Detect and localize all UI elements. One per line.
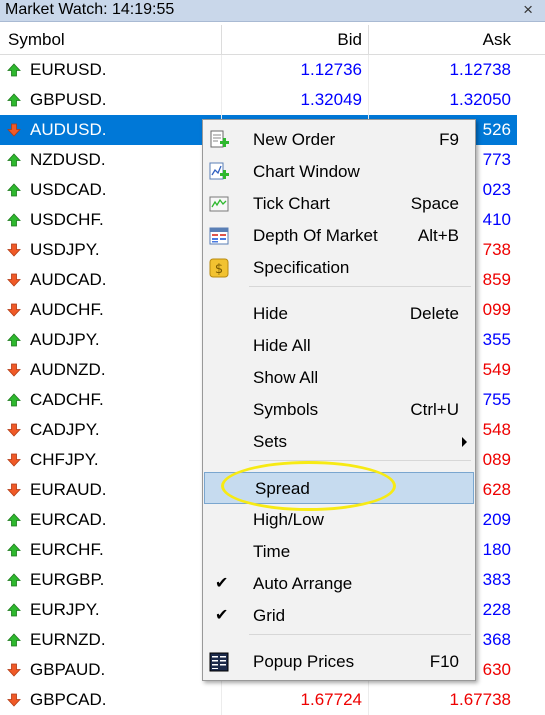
menu-item-depth-of-market[interactable]: Depth Of Market Alt+B [203,220,475,252]
menu-item-time[interactable]: Time [203,536,475,568]
symbol-cell: AUDCHF. [0,295,222,325]
checkmark-icon: ✔ [215,575,229,592]
menu-item-grid[interactable]: ✔ Grid [203,600,475,632]
menu-item-label: Depth Of Market [253,226,378,245]
bid-cell: 1.12736 [222,55,369,85]
menu-item-label: New Order [253,130,336,149]
menu-item-label: Grid [253,606,286,625]
symbol-cell: EURJPY. [0,595,222,625]
popup-prices-icon [208,651,230,673]
menu-item-auto-arrange[interactable]: ✔ Auto Arrange [203,568,475,600]
menu-item-label: Tick Chart [253,194,330,213]
tick-chart-icon [208,193,230,215]
svg-text:$: $ [215,262,223,277]
table-row[interactable]: GBPUSD. 1.32049 1.32050 [0,85,545,115]
menu-item-hide[interactable]: Hide Delete [203,298,475,330]
annotation-ellipse [221,461,396,511]
ask-cell: 1.32050 [449,90,511,109]
menu-item-chart-window[interactable]: Chart Window [203,156,475,188]
symbol-cell: USDCAD. [0,175,222,205]
menu-item-tick-chart[interactable]: Tick Chart Space [203,188,475,220]
menu-item-label: Hide All [253,336,311,355]
title-bar: Market Watch: 14:19:55 × [0,0,545,22]
menu-item-shortcut: Ctrl+U [410,400,459,419]
scrollbar[interactable] [517,55,545,708]
ask-cell: 1.67738 [449,690,511,709]
context-menu: New Order F9 Chart Window Tick Chart Space De… [202,119,476,681]
close-icon[interactable]: × [523,0,533,20]
menu-item-label: Specification [253,258,350,277]
symbol-cell: GBPAUD. [0,655,222,685]
symbol-cell: NZDUSD. [0,145,222,175]
chart-window-icon [208,161,230,183]
menu-item-label: Time [253,542,291,561]
table-row[interactable]: EURUSD. 1.12736 1.12738 [0,55,545,85]
window-title: Market Watch: 14:19:55 [5,1,175,18]
menu-separator [249,634,471,635]
menu-item-shortcut: Delete [409,304,459,323]
column-header-bid[interactable]: Bid [222,25,369,55]
menu-item-new-order[interactable]: New Order F9 [203,124,475,156]
menu-item-popup-prices[interactable]: Popup Prices F10 [203,646,475,678]
symbol-cell: CADJPY. [0,415,222,445]
symbol-cell: EURCHF. [0,535,222,565]
submenu-arrow-icon [462,437,467,447]
symbol-cell: EURCAD. [0,505,222,535]
menu-item-label: Popup Prices [253,652,355,671]
menu-item-label: Hide [253,304,288,323]
menu-item-hide-all[interactable]: Hide All [203,330,475,362]
ask-cell: 1.12738 [449,60,511,79]
symbol-cell: CADCHF. [0,385,222,415]
menu-item-shortcut: Alt+B [417,226,459,245]
symbol-cell: EURGBP. [0,565,222,595]
column-header-symbol[interactable]: Symbol [0,25,222,55]
menu-item-sets[interactable]: Sets [203,426,475,458]
symbol-cell: AUDUSD. [0,115,222,145]
column-header-ask[interactable]: Ask [369,25,517,55]
menu-item-label: Show All [253,368,319,387]
symbol-cell: CHFJPY. [0,445,222,475]
new-order-icon [208,129,230,151]
menu-separator [249,286,471,287]
specification-icon: $ [208,257,230,279]
symbol-cell: EURAUD. [0,475,222,505]
menu-item-label: Chart Window [253,162,360,181]
menu-item-label: Sets [253,432,288,451]
symbol-cell: EURUSD. [0,55,222,85]
symbol-cell: AUDNZD. [0,355,222,385]
menu-item-show-all[interactable]: Show All [203,362,475,394]
bid-cell: 1.67724 [222,685,369,715]
menu-item-shortcut: F9 [439,130,459,149]
symbol-cell: USDCHF. [0,205,222,235]
symbol-cell: USDJPY. [0,235,222,265]
menu-item-symbols[interactable]: Symbols Ctrl+U [203,394,475,426]
menu-item-shortcut: Space [410,194,459,213]
symbol-cell: AUDJPY. [0,325,222,355]
symbol-cell: AUDCAD. [0,265,222,295]
symbol-cell: EURNZD. [0,625,222,655]
menu-item-shortcut: F10 [429,652,459,671]
menu-item-label: Auto Arrange [253,574,353,593]
column-header: Symbol Bid Ask [0,25,545,55]
symbol-cell: GBPUSD. [0,85,222,115]
menu-separator [249,460,471,461]
checkmark-icon: ✔ [215,607,229,624]
bid-cell: 1.32049 [222,85,369,115]
depth-of-market-icon [208,225,230,247]
table-row[interactable]: GBPCAD. 1.67724 1.67738 [0,685,545,715]
menu-item-specification[interactable]: $ Specification [203,252,475,284]
symbol-cell: GBPCAD. [0,685,222,715]
menu-item-label: Symbols [253,400,319,419]
